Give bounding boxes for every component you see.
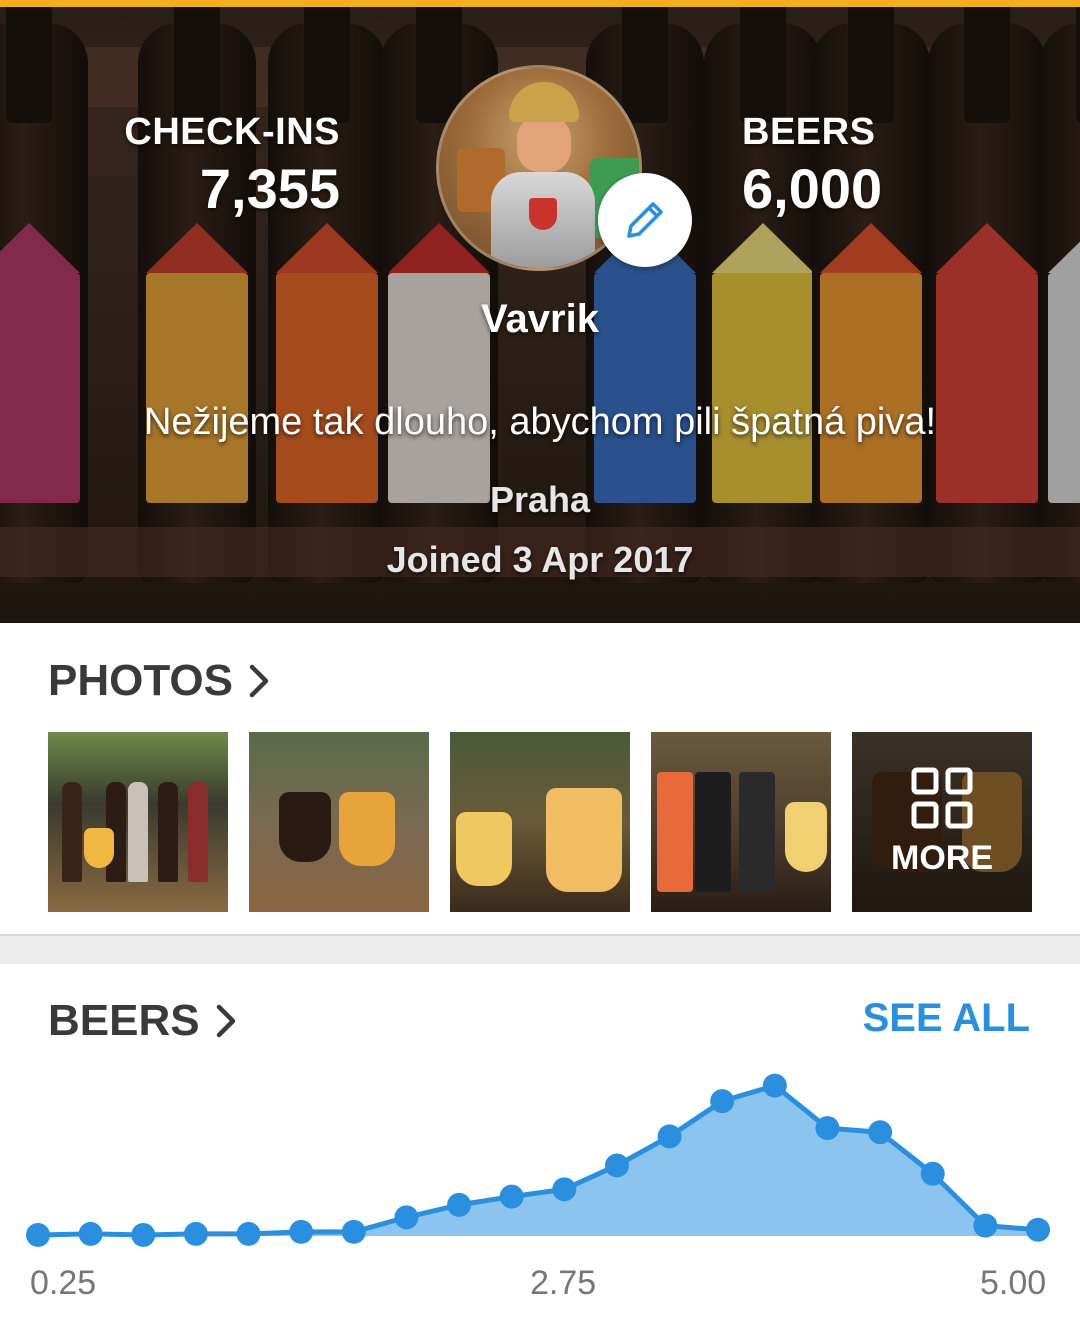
bio: Nežijeme tak dlouho, abychom pili špatná…	[143, 401, 937, 443]
chart-point	[920, 1161, 945, 1186]
chart-point	[236, 1221, 261, 1246]
chart-point	[762, 1073, 787, 1098]
photos-section-link[interactable]: PHOTOS	[48, 656, 273, 706]
pencil-icon	[627, 202, 663, 238]
chart-point	[499, 1184, 524, 1209]
photos-title: PHOTOS	[48, 656, 234, 705]
beers-section-link[interactable]: BEERS	[48, 996, 240, 1046]
chart-point	[183, 1221, 208, 1246]
more-label: MORE	[891, 838, 993, 877]
photo-thumbnail[interactable]	[48, 732, 228, 912]
edit-profile-button[interactable]	[598, 173, 692, 267]
chevron-right-icon	[216, 1004, 235, 1038]
chart-point	[815, 1116, 840, 1141]
photo-thumbnail-more[interactable]: MORE	[852, 732, 1032, 912]
username: Vavrik	[481, 297, 599, 341]
profile-header: CHECK-INS 7,355 BEERS 6,000 Vavrik Nežij…	[0, 7, 1080, 623]
chart-point	[26, 1222, 50, 1247]
photo-thumbnail[interactable]	[249, 732, 429, 912]
chart-point	[657, 1124, 682, 1149]
chart-point	[552, 1177, 577, 1202]
beers-label: BEERS	[742, 111, 876, 153]
chart-point	[1026, 1217, 1050, 1242]
location: Praha	[489, 479, 591, 520]
photo-thumbnail[interactable]	[651, 732, 831, 912]
chart-point	[447, 1192, 472, 1217]
x-tick-label: 5.00	[980, 1264, 1047, 1302]
beers-value: 6,000	[742, 157, 883, 220]
checkins-stat[interactable]: CHECK-INS 7,355	[122, 111, 340, 221]
chart-point	[604, 1153, 629, 1178]
chevron-right-icon	[249, 664, 269, 698]
checkins-value: 7,355	[199, 157, 340, 220]
x-tick-label: 0.25	[30, 1264, 97, 1302]
chart-point	[131, 1222, 156, 1247]
chart-point	[394, 1205, 419, 1230]
chart-point	[289, 1219, 314, 1244]
see-all-link[interactable]: SEE ALL	[863, 996, 1030, 1041]
chart-area	[38, 1085, 1038, 1236]
chart-point	[78, 1221, 103, 1246]
checkins-label: CHECK-INS	[124, 111, 340, 153]
joined-date: Joined 3 Apr 2017	[386, 539, 694, 580]
section-divider	[0, 934, 1080, 964]
photos-row: MORE	[48, 732, 1032, 912]
chart-point	[973, 1213, 998, 1238]
beers-stat[interactable]: BEERS 6,000	[742, 111, 982, 221]
chart-point	[341, 1219, 366, 1244]
chart-point	[868, 1120, 893, 1145]
top-accent-strip	[0, 0, 1080, 7]
beers-title: BEERS	[48, 996, 200, 1045]
chart-point	[710, 1089, 735, 1114]
x-tick-label: 2.75	[530, 1264, 597, 1302]
grid-icon	[911, 767, 973, 828]
photo-thumbnail[interactable]	[450, 732, 630, 912]
